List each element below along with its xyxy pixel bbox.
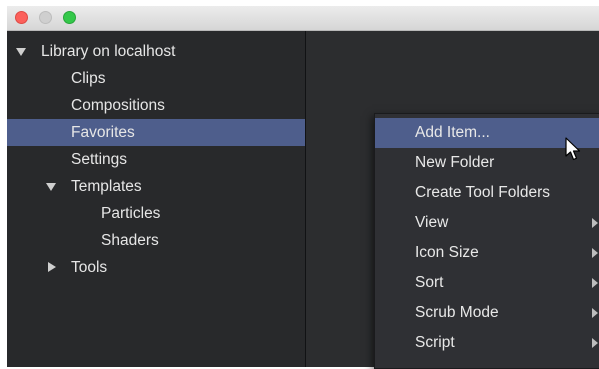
tree-item-label: Library on localhost [41,43,176,60]
tree-item-shaders[interactable]: Shaders [7,227,305,254]
submenu-arrow-icon [592,248,598,258]
tree-item-library-root[interactable]: Library on localhost [7,38,305,65]
tree-item-label: Clips [71,70,106,87]
menu-item-create-tool-folders[interactable]: Create Tool Folders [375,178,599,208]
menu-item-view[interactable]: View [375,208,599,238]
tree-item-label: Tools [71,259,108,276]
tree-item-label: Compositions [71,97,165,114]
menu-item-icon-size[interactable]: Icon Size [375,238,599,268]
tree-item-label: Favorites [71,124,135,141]
menu-item-script[interactable]: Script [375,328,599,358]
menu-item-label: Scrub Mode [415,304,499,321]
disclosure-collapsed-icon[interactable] [48,262,56,272]
mouse-pointer-icon [565,137,581,161]
submenu-arrow-icon [592,218,598,228]
tree-item-clips[interactable]: Clips [7,65,305,92]
submenu-arrow-icon [592,338,598,348]
tree-item-label: Shaders [101,232,159,249]
menu-item-scrub-mode[interactable]: Scrub Mode [375,298,599,328]
menu-item-label: View [415,214,449,231]
tree-item-label: Particles [101,205,161,222]
menu-item-sort[interactable]: Sort [375,268,599,298]
menu-item-label: Script [415,334,455,351]
zoom-window-button[interactable] [63,11,76,24]
submenu-arrow-icon [592,308,598,318]
close-window-button[interactable] [15,11,28,24]
tree-item-compositions[interactable]: Compositions [7,92,305,119]
menu-item-label: Sort [415,274,444,291]
title-bar [7,6,599,31]
tree-item-favorites[interactable]: Favorites [7,119,305,146]
library-tree-panel: Library on localhost Clips Compositions … [7,31,305,367]
menu-item-label: New Folder [415,154,495,171]
tree-item-templates[interactable]: Templates [7,173,305,200]
submenu-arrow-icon [592,278,598,288]
menu-item-label: Add Item... [415,124,490,141]
tree-item-particles[interactable]: Particles [7,200,305,227]
menu-item-label: Create Tool Folders [415,184,550,201]
tree-item-label: Settings [71,151,128,168]
menu-item-label: Icon Size [415,244,479,261]
minimize-window-button[interactable] [39,11,52,24]
tree-item-label: Templates [71,178,142,195]
tree-item-settings[interactable]: Settings [7,146,305,173]
disclosure-expanded-icon[interactable] [46,183,56,191]
disclosure-expanded-icon[interactable] [16,48,26,56]
tree-item-tools[interactable]: Tools [7,254,305,281]
